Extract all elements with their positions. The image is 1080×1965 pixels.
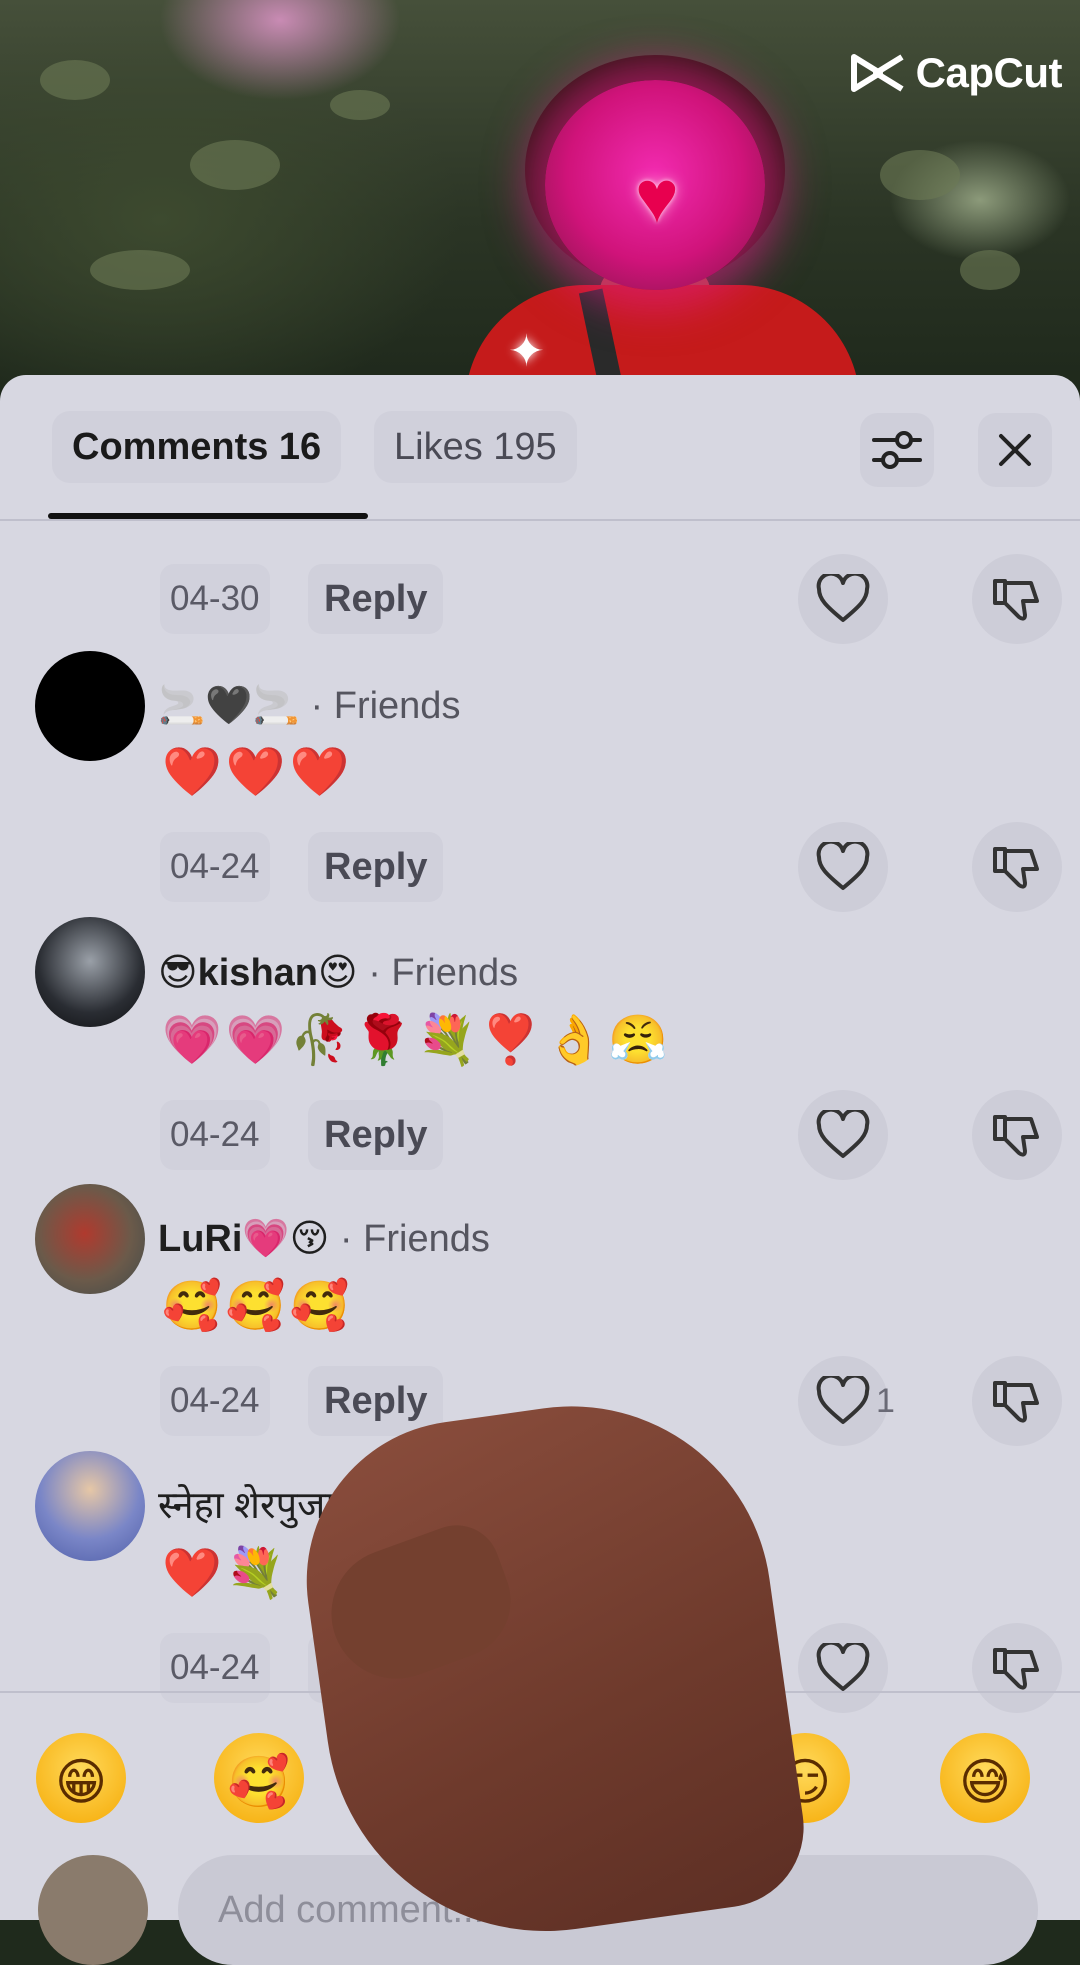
heart-sticker-icon: ♥ bbox=[635, 155, 679, 238]
close-button[interactable] bbox=[978, 413, 1052, 487]
like-button[interactable] bbox=[798, 554, 888, 644]
filter-button[interactable] bbox=[860, 413, 934, 487]
avatar[interactable] bbox=[35, 651, 145, 761]
comment-text: 💗💗🥀🌹💐❣️👌😤 bbox=[162, 1014, 673, 1067]
thumbs-down-icon bbox=[993, 1381, 1039, 1423]
capcut-brand-text: CapCut bbox=[915, 49, 1063, 96]
tab-comments[interactable]: Comments 16 bbox=[52, 411, 342, 483]
thumbs-down-icon bbox=[993, 1115, 1039, 1157]
heart-outline-icon bbox=[816, 1110, 870, 1158]
comment-text: ❤️❤️❤️ bbox=[162, 746, 354, 799]
comment-meta: 04-24 Reply bbox=[0, 1090, 1080, 1180]
emoji-hearts-button[interactable]: 🥰 bbox=[214, 1733, 304, 1823]
comment-date: 04-24 bbox=[160, 1366, 270, 1436]
active-tab-indicator bbox=[48, 513, 368, 519]
thumbs-down-icon bbox=[993, 579, 1039, 621]
reply-button[interactable]: Reply bbox=[308, 564, 444, 634]
heart-outline-icon bbox=[816, 574, 870, 622]
tab-likes[interactable]: Likes 195 bbox=[374, 411, 577, 483]
capcut-logo-icon bbox=[850, 51, 906, 95]
sparkle-icon: ✦ bbox=[508, 327, 545, 376]
thumbs-down-icon bbox=[993, 847, 1039, 889]
dislike-button[interactable] bbox=[972, 1356, 1062, 1446]
reply-button[interactable]: Reply bbox=[308, 1100, 444, 1170]
comment-meta: 04-24 Reply bbox=[0, 822, 1080, 912]
tab-bar: Comments 16 Likes 195 bbox=[0, 375, 1080, 521]
comment-meta: 04-30 Reply bbox=[0, 554, 1080, 644]
heart-outline-icon bbox=[816, 842, 870, 890]
avatar[interactable] bbox=[35, 1451, 145, 1561]
like-button[interactable] bbox=[798, 822, 888, 912]
reply-button[interactable]: Reply bbox=[308, 832, 444, 902]
heart-outline-icon bbox=[816, 1643, 870, 1691]
comment-text: 🥰🥰🥰 bbox=[162, 1280, 354, 1333]
close-icon bbox=[999, 434, 1031, 466]
comment-username[interactable]: 😎kishan😍 · Friends bbox=[158, 943, 528, 1003]
comment-date: 04-24 bbox=[160, 1100, 270, 1170]
avatar[interactable] bbox=[35, 1184, 145, 1294]
like-count: 1 bbox=[876, 1382, 895, 1420]
dislike-button[interactable] bbox=[972, 822, 1062, 912]
dislike-button[interactable] bbox=[972, 1090, 1062, 1180]
comment-username[interactable]: 🚬🖤🚬 · Friends bbox=[158, 676, 470, 736]
like-button[interactable] bbox=[798, 1356, 888, 1446]
heart-outline-icon bbox=[816, 1376, 870, 1424]
emoji-sweat-smile-button[interactable]: 😅 bbox=[940, 1733, 1030, 1823]
comment-date: 04-30 bbox=[160, 564, 270, 634]
like-button[interactable] bbox=[798, 1090, 888, 1180]
dislike-button[interactable] bbox=[972, 554, 1062, 644]
capcut-watermark: CapCut bbox=[850, 48, 1063, 98]
thumbs-down-icon bbox=[993, 1648, 1039, 1690]
my-avatar bbox=[38, 1855, 148, 1965]
comment-date: 04-24 bbox=[160, 832, 270, 902]
comment-text: ❤️💐 bbox=[162, 1547, 290, 1600]
avatar[interactable] bbox=[35, 917, 145, 1027]
sliders-icon bbox=[872, 431, 922, 469]
comment-username[interactable]: LuRi💗😚 · Friends bbox=[158, 1209, 500, 1269]
emoji-grin-button[interactable]: 😁 bbox=[36, 1733, 126, 1823]
